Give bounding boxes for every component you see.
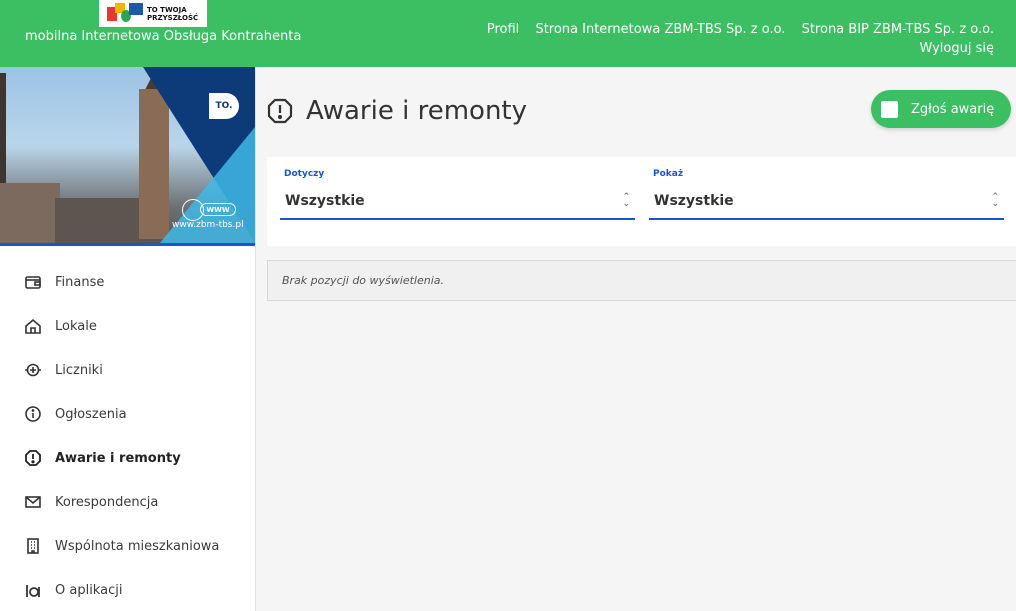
logo-mark bbox=[99, 0, 147, 27]
sort-arrows-icon: ⌃ ⌄ bbox=[991, 192, 999, 209]
alert-icon bbox=[267, 98, 293, 124]
concerns-select[interactable]: Wszystkie ⌃ ⌄ bbox=[280, 184, 635, 220]
main-content: Awarie i remonty Zgłoś awarię Dotyczy Ws… bbox=[256, 67, 1016, 611]
sidebar-item-finanse[interactable]: Finanse bbox=[0, 260, 255, 304]
empty-state: Brak pozycji do wyświetlenia. bbox=[267, 260, 1016, 301]
sidebar-item-label: Liczniki bbox=[55, 362, 103, 378]
show-filter: Pokaż Wszystkie ⌃ ⌄ bbox=[649, 169, 1004, 220]
sidebar-item-label: Lokale bbox=[55, 318, 97, 334]
sidebar-banner[interactable]: TO. WWW www.zbm-tbs.pl bbox=[0, 67, 255, 243]
alert-icon bbox=[24, 449, 42, 467]
meter-icon bbox=[24, 361, 42, 379]
show-select[interactable]: Wszystkie ⌃ ⌄ bbox=[649, 184, 1004, 220]
show-label: Pokaż bbox=[653, 169, 684, 179]
sort-arrows-icon: ⌃ ⌄ bbox=[622, 192, 630, 209]
building-icon bbox=[24, 537, 42, 555]
sidebar-item-label: Ogłoszenia bbox=[55, 406, 127, 422]
sidebar-nav: Finanse Lokale Liczniki Ogłoszenia Awari… bbox=[0, 246, 255, 611]
banner-url: www.zbm-tbs.pl bbox=[172, 220, 244, 230]
sidebar-item-label: Wspólnota mieszkaniowa bbox=[55, 538, 220, 554]
show-value: Wszystkie bbox=[654, 193, 734, 209]
website-link[interactable]: Strona Internetowa ZBM-TBS Sp. z o.o. bbox=[535, 22, 785, 37]
about-icon bbox=[24, 581, 42, 599]
logout-link[interactable]: Wyloguj się bbox=[919, 41, 994, 56]
www-pill: WWW bbox=[200, 203, 236, 216]
concerns-value: Wszystkie bbox=[285, 193, 365, 209]
logo-text: TO TWOJA PRZYSZŁOŚĆ bbox=[147, 5, 199, 22]
sidebar-item-lokale[interactable]: Lokale bbox=[0, 304, 255, 348]
sidebar-item-label: O aplikacji bbox=[55, 582, 123, 598]
sidebar-item-label: Finanse bbox=[55, 274, 105, 290]
concerns-filter: Dotyczy Wszystkie ⌃ ⌄ bbox=[280, 169, 635, 220]
envelope-icon bbox=[24, 493, 42, 511]
sidebar-item-liczniki[interactable]: Liczniki bbox=[0, 348, 255, 392]
page-title: Awarie i remonty bbox=[306, 96, 527, 126]
checkbox-icon bbox=[881, 100, 898, 118]
sidebar-item-label: Awarie i remonty bbox=[55, 450, 181, 466]
top-nav: Profil Strona Internetowa ZBM-TBS Sp. z … bbox=[475, 20, 994, 58]
home-icon bbox=[24, 317, 42, 335]
to-badge: TO. bbox=[209, 93, 239, 119]
profile-link[interactable]: Profil bbox=[487, 22, 519, 37]
sidebar-item-wspolnota[interactable]: Wspólnota mieszkaniowa bbox=[0, 524, 255, 568]
bip-link[interactable]: Strona BIP ZBM-TBS Sp. z o.o. bbox=[802, 22, 994, 37]
app-title: mobilna Internetowa Obsługa Kontrahenta bbox=[25, 29, 302, 44]
page-header: Awarie i remonty bbox=[266, 96, 527, 126]
sidebar-item-ogloszenia[interactable]: Ogłoszenia bbox=[0, 392, 255, 436]
filters-panel: Dotyczy Wszystkie ⌃ ⌄ Pokaż Wszystkie ⌃ ⌄ bbox=[267, 157, 1016, 246]
report-button-label: Zgłoś awarię bbox=[911, 101, 995, 117]
sidebar-item-label: Korespondencja bbox=[55, 494, 159, 510]
info-icon bbox=[24, 405, 42, 423]
concerns-label: Dotyczy bbox=[284, 169, 325, 179]
sidebar: TO. WWW www.zbm-tbs.pl Finanse Lokale Li… bbox=[0, 67, 256, 611]
sidebar-item-o-aplikacji[interactable]: O aplikacji bbox=[0, 568, 255, 611]
wallet-icon bbox=[24, 273, 42, 291]
top-bar: TO TWOJA PRZYSZŁOŚĆ mobilna Internetowa … bbox=[0, 0, 1016, 67]
report-failure-button[interactable]: Zgłoś awarię bbox=[871, 90, 1011, 128]
sidebar-item-korespondencja[interactable]: Korespondencja bbox=[0, 480, 255, 524]
sidebar-item-awarie[interactable]: Awarie i remonty bbox=[0, 436, 255, 480]
logo: TO TWOJA PRZYSZŁOŚĆ bbox=[99, 0, 207, 27]
